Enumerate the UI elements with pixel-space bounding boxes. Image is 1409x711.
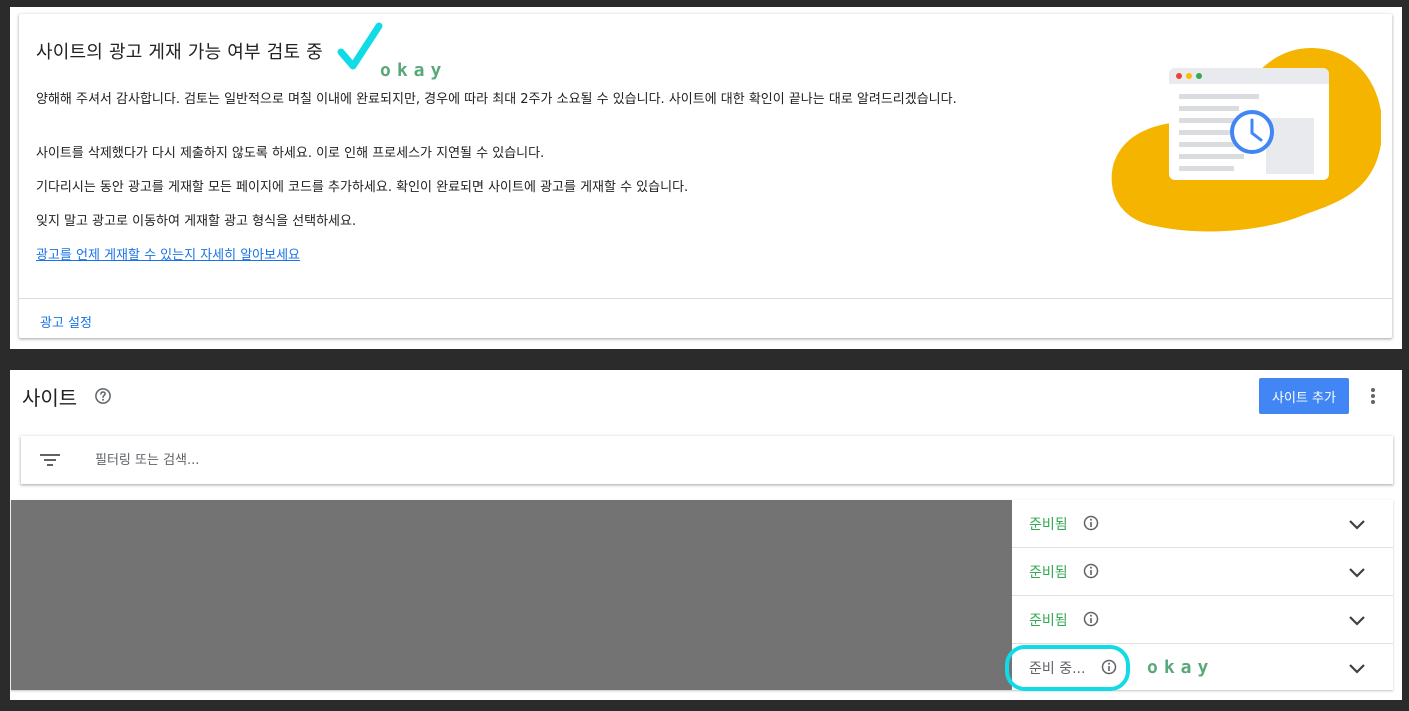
site-row[interactable]: 준비됨 bbox=[1012, 500, 1393, 548]
info-icon[interactable] bbox=[1083, 515, 1099, 531]
site-status: 준비됨 bbox=[1029, 517, 1068, 533]
review-panel: 사이트의 광고 게재 가능 여부 검토 중 okay 양해해 주셔서 감사합니다… bbox=[10, 7, 1402, 349]
help-icon[interactable] bbox=[94, 387, 112, 405]
info-icon[interactable] bbox=[1083, 563, 1099, 579]
site-status: 준비 중... bbox=[1029, 661, 1086, 677]
review-paragraph-2: 사이트를 삭제했다가 다시 제출하지 않도록 하세요. 이로 인해 프로세스가 … bbox=[36, 146, 545, 161]
chevron-down-icon[interactable] bbox=[1348, 563, 1366, 581]
okay-annotation: okay bbox=[1147, 657, 1215, 678]
review-paragraph-1: 양해해 주셔서 감사합니다. 검토는 일반적으로 며칠 이내에 완료되지만, 경… bbox=[36, 92, 957, 107]
chevron-down-icon[interactable] bbox=[1348, 659, 1366, 677]
review-title: 사이트의 광고 게재 가능 여부 검토 중 bbox=[36, 42, 323, 63]
review-illustration bbox=[1111, 48, 1381, 232]
site-status: 준비됨 bbox=[1029, 565, 1068, 581]
review-paragraph-3: 기다리시는 동안 광고를 게재할 모든 페이지에 코드를 추가하세요. 확인이 … bbox=[36, 180, 689, 195]
filter-search-input[interactable] bbox=[95, 448, 695, 472]
filter-icon[interactable] bbox=[40, 450, 60, 470]
more-vert-icon[interactable] bbox=[1365, 386, 1381, 406]
redacted-site-names bbox=[11, 500, 1012, 690]
review-paragraph-4: 잊지 말고 광고로 이동하여 게재할 광고 형식을 선택하세요. bbox=[36, 214, 357, 229]
add-site-button[interactable]: 사이트 추가 bbox=[1259, 378, 1349, 414]
chevron-down-icon[interactable] bbox=[1348, 515, 1366, 533]
info-icon[interactable] bbox=[1083, 611, 1099, 627]
site-row[interactable]: 준비됨 bbox=[1012, 596, 1393, 644]
site-status: 준비됨 bbox=[1029, 613, 1068, 629]
card-divider bbox=[19, 298, 1392, 299]
sites-title: 사이트 bbox=[22, 386, 78, 410]
checkmark-annotation-icon bbox=[337, 22, 383, 70]
clock-icon bbox=[1230, 110, 1274, 154]
site-row[interactable]: 준비됨 bbox=[1012, 548, 1393, 596]
sites-panel: 사이트 사이트 추가 준비됨 준비됨 bbox=[10, 370, 1402, 700]
ads-settings-link[interactable]: 광고 설정 bbox=[40, 312, 92, 331]
okay-annotation: okay bbox=[380, 60, 448, 81]
learn-more-link[interactable]: 광고를 언제 게재할 수 있는지 자세히 알아보세요 bbox=[36, 246, 300, 266]
review-card: 사이트의 광고 게재 가능 여부 검토 중 okay 양해해 주셔서 감사합니다… bbox=[19, 14, 1392, 338]
info-icon[interactable] bbox=[1101, 659, 1117, 675]
chevron-down-icon[interactable] bbox=[1348, 611, 1366, 629]
filter-bar bbox=[21, 436, 1393, 484]
